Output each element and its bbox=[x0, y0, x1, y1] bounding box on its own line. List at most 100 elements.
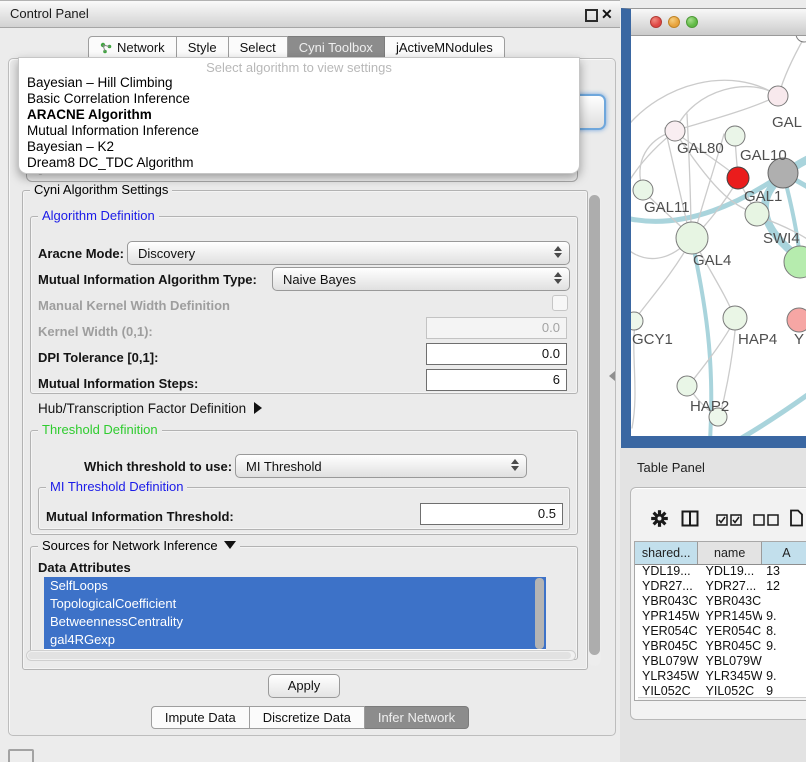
table-scrollbar-thumb[interactable] bbox=[639, 700, 789, 701]
network-node[interactable] bbox=[676, 222, 708, 254]
table-cell bbox=[762, 594, 806, 609]
network-edge bbox=[677, 96, 778, 130]
tab-label: Cyni Toolbox bbox=[299, 40, 373, 55]
bottom-tab-infer-network[interactable]: Infer Network bbox=[365, 706, 469, 729]
attribute-item-selfloops[interactable]: SelfLoops bbox=[44, 577, 546, 595]
mi-steps-field[interactable]: 6 bbox=[426, 369, 567, 391]
network-node[interactable] bbox=[665, 121, 685, 141]
bottom-tab-impute-data[interactable]: Impute Data bbox=[151, 706, 250, 729]
algorithm-definition-title: Algorithm Definition bbox=[38, 208, 159, 223]
node-label: GAL4 bbox=[693, 252, 731, 269]
table-row[interactable]: YPR145WYPR145W9. bbox=[635, 609, 806, 624]
table-cell: YPR145W bbox=[699, 609, 763, 624]
float-window-icon[interactable] bbox=[585, 9, 598, 22]
unchecked-checkboxes-icon[interactable] bbox=[753, 514, 779, 526]
manual-kernel-width-checkbox[interactable] bbox=[552, 295, 568, 311]
tab-network[interactable]: Network bbox=[88, 36, 177, 59]
network-node[interactable] bbox=[745, 202, 769, 226]
table-cell: YPR145W bbox=[635, 609, 699, 624]
network-node[interactable] bbox=[677, 376, 697, 396]
network-node[interactable] bbox=[768, 86, 788, 106]
table-row[interactable]: YDR27...YDR27...12 bbox=[635, 579, 806, 594]
kernel-width-field[interactable]: 0.0 bbox=[426, 317, 567, 339]
attribute-item-gal4rgexp[interactable]: gal4RGexp bbox=[44, 631, 546, 649]
control-panel-titlebar[interactable]: Control Panel ✕ bbox=[0, 0, 620, 28]
sources-title[interactable]: Sources for Network Inference bbox=[38, 538, 240, 553]
network-canvas-svg: GALGAL80GAL10GAL1GAL11SWI4GAL4GCY1HAP4YH… bbox=[631, 36, 806, 437]
split-columns-icon[interactable] bbox=[681, 510, 699, 527]
table-row[interactable]: YDL19...YDL19...13 bbox=[635, 564, 806, 579]
table-row[interactable]: YBR045CYBR045C9. bbox=[635, 639, 806, 654]
aracne-mode-select[interactable]: Discovery bbox=[127, 241, 570, 265]
apply-button[interactable]: Apply bbox=[268, 674, 340, 698]
network-node[interactable] bbox=[633, 180, 653, 200]
gear-icon[interactable] bbox=[651, 510, 668, 527]
algorithm-option-mutual-information-inference[interactable]: Mutual Information Inference bbox=[19, 123, 579, 139]
network-node[interactable] bbox=[725, 126, 745, 146]
algorithm-option-dream8-dc-tdc-algorithm[interactable]: Dream8 DC_TDC Algorithm bbox=[19, 155, 579, 171]
algorithm-dropdown-list: Select algorithm to view settings Bayesi… bbox=[18, 57, 580, 174]
window-close-button[interactable] bbox=[650, 16, 662, 28]
node-label: SWI4 bbox=[763, 230, 800, 247]
network-window-titlebar[interactable] bbox=[631, 9, 806, 36]
table-cell: YDL19... bbox=[635, 564, 699, 579]
network-node[interactable] bbox=[796, 36, 806, 42]
expand-right-icon[interactable] bbox=[254, 402, 262, 414]
settings-vertical-scrollbar-thumb[interactable] bbox=[589, 195, 600, 655]
which-threshold-select[interactable]: MI Threshold bbox=[235, 454, 527, 478]
hub-transcription-factor-section[interactable]: Hub/Transcription Factor Definition bbox=[38, 401, 262, 417]
mi-steps-label: Mutual Information Steps: bbox=[38, 376, 198, 392]
table-cell: YLR345W bbox=[699, 669, 763, 684]
document-icon[interactable] bbox=[789, 509, 804, 527]
algorithm-option-aracne-algorithm[interactable]: ARACNE Algorithm bbox=[19, 107, 579, 123]
algorithm-option-bayesian-hill-climbing[interactable]: Bayesian – Hill Climbing bbox=[19, 75, 579, 91]
tab-style[interactable]: Style bbox=[177, 36, 229, 59]
node-label: Y bbox=[794, 331, 804, 348]
table-row[interactable]: YBL079WYBL079W bbox=[635, 654, 806, 669]
table-panel-card: shared...nameA YDL19...YDL19...13YDR27..… bbox=[630, 487, 806, 720]
attributes-scrollbar-thumb[interactable] bbox=[535, 578, 544, 649]
collapse-down-icon[interactable] bbox=[224, 541, 236, 549]
column-header-a[interactable]: A bbox=[762, 542, 806, 564]
dpi-tolerance-field[interactable]: 0.0 bbox=[426, 343, 567, 365]
table-panel-title: Table Panel bbox=[637, 460, 705, 475]
checked-checkboxes-icon[interactable] bbox=[716, 514, 742, 526]
attribute-item-betweennesscentrality[interactable]: BetweennessCentrality bbox=[44, 613, 546, 631]
bottom-tab-discretize-data[interactable]: Discretize Data bbox=[250, 706, 365, 729]
table-cell: 13 bbox=[762, 564, 806, 579]
table-row[interactable]: YER054CYER054C8. bbox=[635, 624, 806, 639]
algorithm-option-bayesian-k2[interactable]: Bayesian – K2 bbox=[19, 139, 579, 155]
table-cell: YER054C bbox=[699, 624, 763, 639]
algorithm-option-basic-correlation-inference[interactable]: Basic Correlation Inference bbox=[19, 91, 579, 107]
mi-algorithm-type-select[interactable]: Naive Bayes bbox=[272, 267, 570, 291]
table-horizontal-scrollbar[interactable] bbox=[638, 697, 806, 701]
manual-kernel-width-label: Manual Kernel Width Definition bbox=[38, 298, 230, 314]
tab-label: Style bbox=[188, 40, 217, 55]
column-header-name[interactable]: name bbox=[698, 542, 761, 564]
tab-select[interactable]: Select bbox=[229, 36, 288, 59]
network-node[interactable] bbox=[787, 308, 806, 332]
window-zoom-button[interactable] bbox=[686, 16, 698, 28]
sources-title-text: Sources for Network Inference bbox=[42, 538, 218, 553]
network-node[interactable] bbox=[723, 306, 747, 330]
column-header-shared-[interactable]: shared... bbox=[635, 542, 698, 564]
threshold-definition-title: Threshold Definition bbox=[38, 422, 162, 437]
table-row[interactable]: YLR345WYLR345W9. bbox=[635, 669, 806, 684]
window-minimize-button[interactable] bbox=[668, 16, 680, 28]
tab-jactivemnodules[interactable]: jActiveMNodules bbox=[385, 36, 505, 59]
mi-threshold-field[interactable]: 0.5 bbox=[420, 503, 563, 525]
attribute-item-topologicalcoefficient[interactable]: TopologicalCoefficient bbox=[44, 595, 546, 613]
splitter-collapse-icon[interactable] bbox=[609, 371, 615, 381]
network-node[interactable] bbox=[631, 312, 643, 330]
table-row[interactable]: YBR043CYBR043C bbox=[635, 594, 806, 609]
table-cell: YIL052C bbox=[635, 684, 699, 695]
minimized-panel-icon[interactable] bbox=[8, 749, 34, 762]
tab-cyni-toolbox[interactable]: Cyni Toolbox bbox=[288, 36, 385, 59]
table-cell: YBR045C bbox=[635, 639, 699, 654]
network-node[interactable] bbox=[727, 167, 749, 189]
network-canvas[interactable]: GALGAL80GAL10GAL1GAL11SWI4GAL4GCY1HAP4YH… bbox=[631, 36, 806, 437]
close-icon[interactable]: ✕ bbox=[601, 5, 613, 23]
spinner-arrows-icon bbox=[553, 272, 562, 284]
table-row[interactable]: YIL052CYIL052C9 bbox=[635, 684, 806, 695]
settings-horizontal-scrollbar[interactable] bbox=[26, 650, 576, 661]
